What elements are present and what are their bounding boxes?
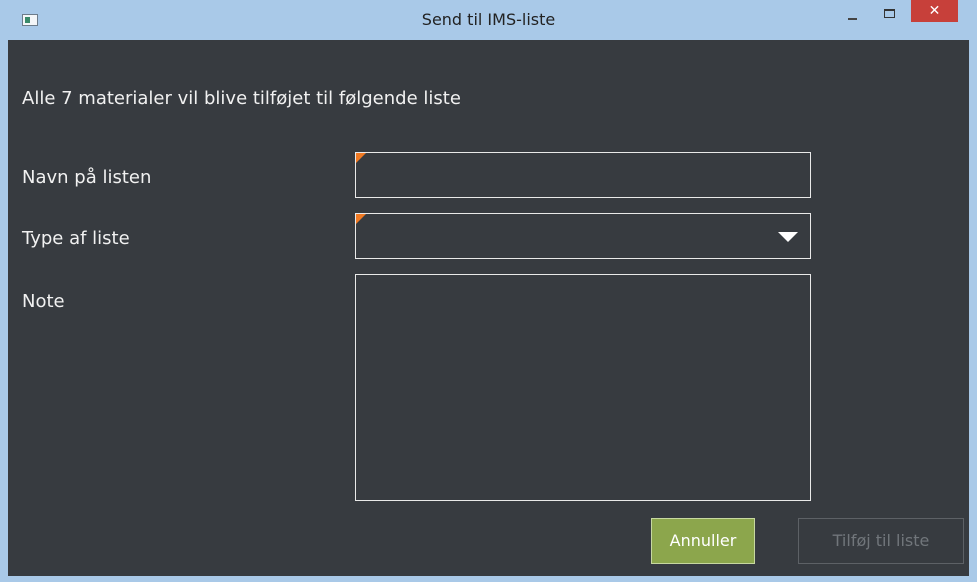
list-type-dropdown[interactable] bbox=[355, 213, 811, 259]
required-marker bbox=[356, 153, 366, 163]
dialog-body: Alle 7 materialer vil blive tilføjet til… bbox=[8, 40, 969, 576]
list-type-label: Type af liste bbox=[22, 228, 130, 249]
maximize-icon[interactable] bbox=[876, 0, 904, 30]
note-textarea[interactable] bbox=[355, 274, 811, 501]
dropdown-arrow-icon[interactable] bbox=[778, 232, 798, 242]
minimize-icon[interactable] bbox=[838, 0, 866, 30]
add-to-list-button[interactable]: Tilføj til liste bbox=[798, 518, 964, 564]
title-bar[interactable]: Send til IMS-liste ✕ bbox=[0, 0, 977, 40]
window-title: Send til IMS-liste bbox=[421, 10, 556, 29]
info-heading: Alle 7 materialer vil blive tilføjet til… bbox=[22, 88, 461, 109]
cancel-button[interactable]: Annuller bbox=[651, 518, 755, 564]
list-name-label: Navn på listen bbox=[22, 167, 152, 188]
dialog-window: Send til IMS-liste ✕ Alle 7 materialer v… bbox=[0, 0, 977, 582]
list-name-input[interactable] bbox=[355, 152, 811, 198]
close-icon[interactable]: ✕ bbox=[911, 0, 958, 22]
note-label: Note bbox=[22, 291, 65, 312]
required-marker bbox=[356, 214, 366, 224]
